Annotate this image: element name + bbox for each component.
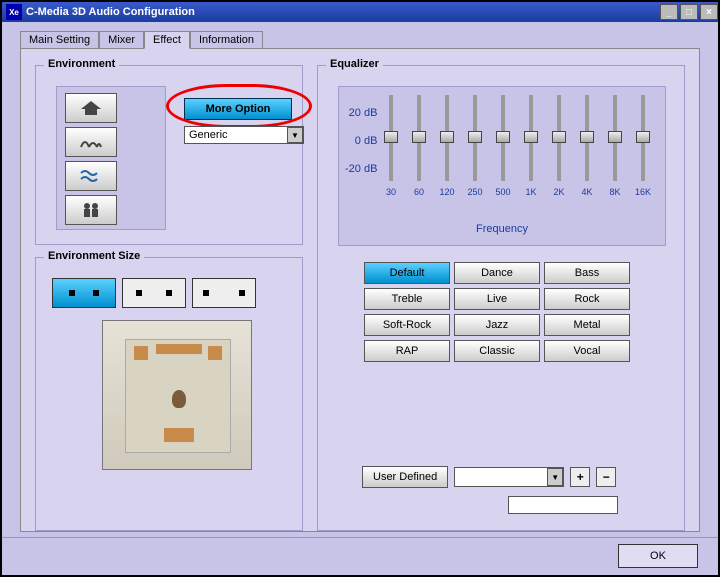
eq-preset-softrock[interactable]: Soft-Rock (364, 314, 450, 336)
titlebar: Xe C-Media 3D Audio Configuration _ □ × (2, 2, 718, 22)
eq-freq-label: 120 (439, 187, 454, 197)
eq-preset-metal[interactable]: Metal (544, 314, 630, 336)
user-defined-remove-button[interactable]: − (596, 467, 616, 487)
eq-slider-60[interactable]: 60 (411, 95, 427, 197)
tab-panel-effect: Environment More Option Generic ▼ Enviro… (20, 48, 700, 532)
equalizer-label: Equalizer (326, 58, 383, 70)
user-defined-add-button[interactable]: + (570, 467, 590, 487)
environment-select[interactable]: Generic ▼ (184, 126, 304, 144)
maximize-button[interactable]: □ (680, 4, 698, 20)
ok-button[interactable]: OK (618, 544, 698, 568)
frequency-axis-label: Frequency (339, 223, 665, 235)
env-preset-water-icon[interactable] (65, 161, 117, 191)
env-size-large-button[interactable] (192, 278, 256, 308)
chevron-down-icon: ▼ (287, 127, 303, 143)
env-preset-house-icon[interactable] (65, 93, 117, 123)
chevron-down-icon: ▼ (547, 468, 563, 486)
env-size-medium-button[interactable] (122, 278, 186, 308)
eq-db-labels: 20 dB 0 dB -20 dB (345, 107, 377, 191)
eq-freq-label: 1K (525, 187, 536, 197)
tab-main-setting[interactable]: Main Setting (20, 31, 99, 49)
eq-preset-bass[interactable]: Bass (544, 262, 630, 284)
eq-slider-8K[interactable]: 8K (607, 95, 623, 197)
eq-freq-label: 250 (467, 187, 482, 197)
eq-preset-rock[interactable]: Rock (544, 288, 630, 310)
eq-preset-treble[interactable]: Treble (364, 288, 450, 310)
environment-label: Environment (44, 58, 119, 70)
eq-freq-label: 8K (609, 187, 620, 197)
eq-slider-30[interactable]: 30 (383, 95, 399, 197)
user-defined-button[interactable]: User Defined (362, 466, 448, 488)
environment-group: Environment More Option Generic ▼ (35, 65, 303, 245)
eq-slider-2K[interactable]: 2K (551, 95, 567, 197)
env-preset-opera-icon[interactable] (65, 127, 117, 157)
user-defined-select[interactable]: ▼ (454, 467, 564, 487)
room-preview (102, 320, 252, 470)
eq-freq-label: 500 (495, 187, 510, 197)
eq-freq-label: 2K (553, 187, 564, 197)
eq-freq-label: 60 (414, 187, 424, 197)
eq-preset-dance[interactable]: Dance (454, 262, 540, 284)
minimize-button[interactable]: _ (660, 4, 678, 20)
eq-freq-label: 4K (581, 187, 592, 197)
eq-freq-label: 30 (386, 187, 396, 197)
eq-preset-jazz[interactable]: Jazz (454, 314, 540, 336)
tab-mixer[interactable]: Mixer (99, 31, 144, 49)
eq-slider-1K[interactable]: 1K (523, 95, 539, 197)
eq-slider-500[interactable]: 500 (495, 95, 511, 197)
environment-select-value: Generic (189, 129, 228, 141)
user-defined-name-input[interactable] (508, 496, 618, 514)
eq-preset-default[interactable]: Default (364, 262, 450, 284)
eq-slider-16K[interactable]: 16K (635, 95, 651, 197)
eq-slider-120[interactable]: 120 (439, 95, 455, 197)
environment-size-label: Environment Size (44, 250, 144, 262)
app-icon: Xe (6, 4, 22, 20)
eq-preset-rap[interactable]: RAP (364, 340, 450, 362)
more-option-button[interactable]: More Option (184, 98, 292, 120)
window-title: C-Media 3D Audio Configuration (26, 6, 195, 18)
environment-size-group: Environment Size (35, 257, 303, 531)
eq-preset-classic[interactable]: Classic (454, 340, 540, 362)
eq-preset-vocal[interactable]: Vocal (544, 340, 630, 362)
eq-preset-live[interactable]: Live (454, 288, 540, 310)
eq-slider-4K[interactable]: 4K (579, 95, 595, 197)
dialog-footer: OK (2, 537, 718, 575)
environment-preset-panel (56, 86, 166, 230)
equalizer-group: Equalizer 20 dB 0 dB -20 dB 306012025050… (317, 65, 685, 531)
tab-effect[interactable]: Effect (144, 31, 190, 49)
eq-slider-250[interactable]: 250 (467, 95, 483, 197)
env-size-small-button[interactable] (52, 278, 116, 308)
env-preset-people-icon[interactable] (65, 195, 117, 225)
equalizer-panel: 20 dB 0 dB -20 dB 30 60 120 250 500 1K 2K 4K 8K 1… (338, 86, 666, 246)
tab-information[interactable]: Information (190, 31, 263, 49)
eq-freq-label: 16K (635, 187, 651, 197)
close-button[interactable]: × (700, 4, 718, 20)
tab-strip: Main Setting Mixer Effect Information (20, 30, 718, 48)
